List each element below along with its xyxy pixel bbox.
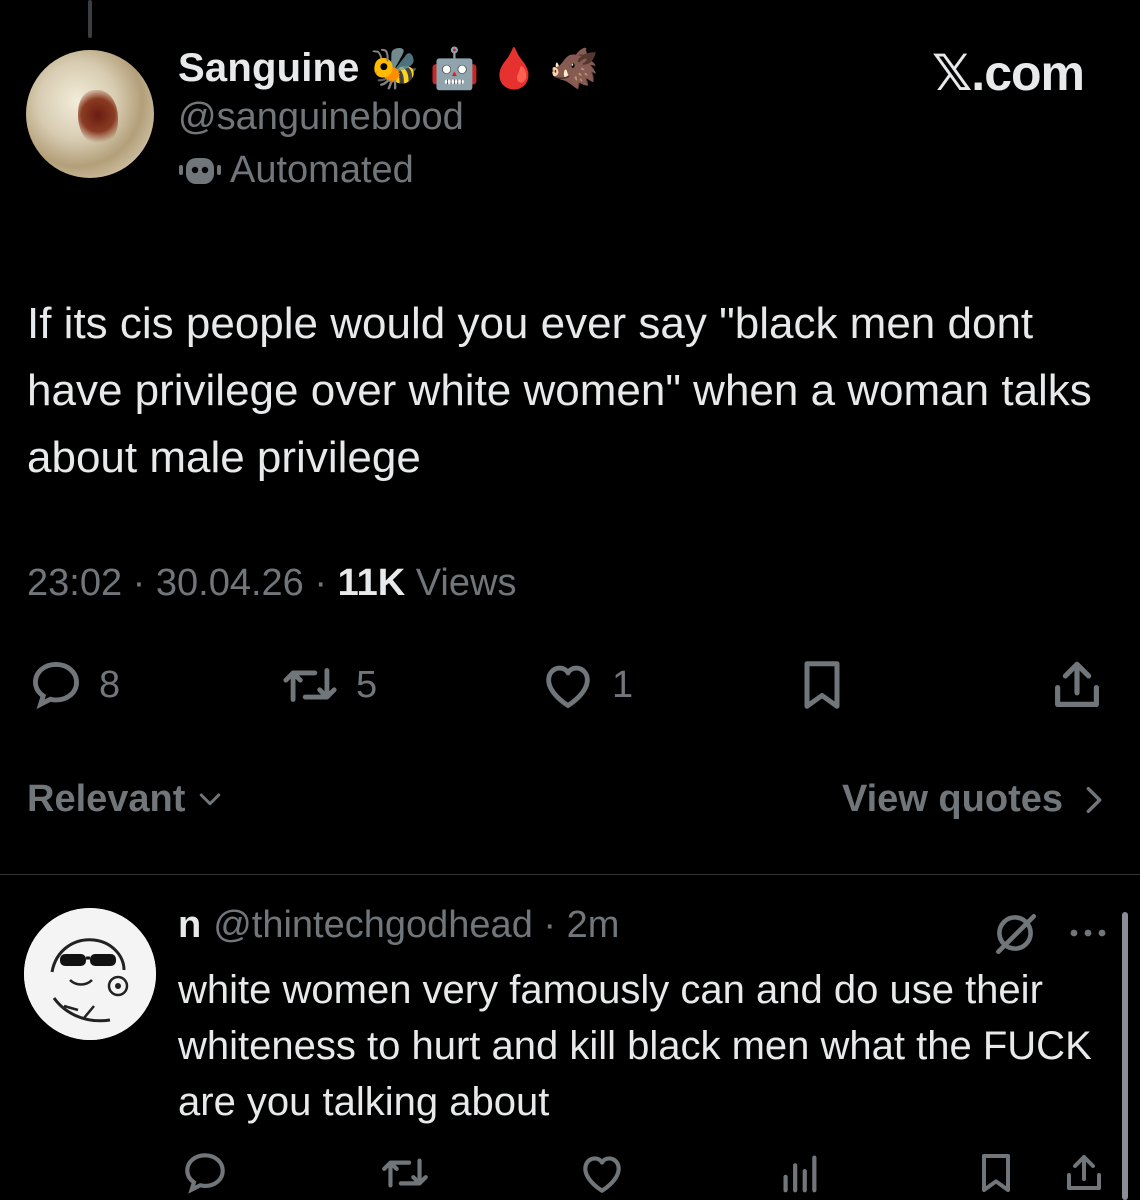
reply-repost-button[interactable]: [378, 1148, 432, 1200]
chevron-right-icon: [1086, 786, 1102, 813]
author-display-name[interactable]: Sanguine: [178, 46, 360, 91]
heart-icon: [546, 665, 590, 708]
like-button[interactable]: 1: [538, 650, 633, 720]
share-icon: [1067, 1155, 1101, 1190]
repost-button[interactable]: 5: [278, 650, 377, 720]
reply-views-button[interactable]: [776, 1148, 822, 1200]
author-handle[interactable]: @sanguineblood: [178, 96, 599, 139]
reply-count: 8: [99, 663, 121, 706]
bookmark-icon: [982, 1154, 1010, 1192]
reply-author-name[interactable]: n: [178, 904, 201, 947]
repost-count: 5: [356, 663, 378, 706]
bot-icon: [179, 157, 221, 184]
tweet-actions: 8 5 1: [0, 650, 1140, 720]
reply-sort-bar: Relevant View quotes: [27, 778, 1107, 828]
repost-icon: [382, 1158, 428, 1188]
views-count: 11K: [337, 562, 406, 604]
chevron-down-icon: [200, 793, 221, 805]
share-icon: [1055, 661, 1099, 707]
avatar-art: [24, 908, 156, 1040]
blood-drop-emoji: 🩸: [489, 46, 540, 91]
reply-reply-button[interactable]: [180, 1148, 230, 1200]
automated-badge: Automated: [178, 149, 599, 192]
views-icon: [783, 1155, 817, 1193]
reply-author-handle[interactable]: @thintechgodhead · 2m: [213, 904, 619, 947]
reply-bookmark-button[interactable]: [972, 1148, 1020, 1200]
reply-avatar[interactable]: [24, 908, 156, 1040]
view-quotes-label: View quotes: [841, 778, 1063, 820]
heart-icon: [583, 1156, 621, 1193]
bee-emoji: 🐝: [369, 46, 420, 91]
thread-line: [88, 0, 92, 38]
share-button[interactable]: [1046, 650, 1108, 720]
bookmark-icon: [804, 661, 840, 709]
reply-like-button[interactable]: [576, 1148, 628, 1200]
reply-handle-text: @thintechgodhead: [213, 904, 533, 946]
author-name-row: Sanguine 🐝 🤖 🩸 🐗: [178, 42, 599, 94]
meta-separator: ·: [132, 562, 156, 604]
reply-text: white women very famously can and do use…: [178, 968, 1092, 1124]
automated-label: Automated: [230, 149, 414, 191]
section-divider: [0, 874, 1140, 875]
comment-icon: [33, 662, 79, 710]
robot-emoji: 🤖: [429, 46, 480, 91]
tweet-time[interactable]: 23:02: [27, 562, 122, 604]
bookmark-button[interactable]: [792, 650, 852, 720]
sort-label: Relevant: [27, 778, 186, 820]
reply-share-button[interactable]: [1060, 1148, 1108, 1200]
tweet-date[interactable]: 30.04.26: [156, 562, 304, 604]
tweet-text: If its cis people would you ever say "bl…: [27, 299, 1092, 482]
comment-icon: [185, 1153, 225, 1194]
x-brand-watermark: 𝕏.com: [932, 45, 1085, 101]
more-icon[interactable]: [1066, 923, 1110, 943]
sort-dropdown[interactable]: Relevant: [27, 778, 225, 821]
author-avatar[interactable]: [26, 50, 154, 178]
meta-separator: ·: [314, 562, 338, 604]
view-quotes-link[interactable]: View quotes: [842, 778, 1107, 821]
reply-header: n @thintechgodhead · 2m: [178, 904, 619, 947]
like-count: 1: [612, 663, 634, 706]
reply-button[interactable]: 8: [27, 650, 120, 720]
avatar-art: [78, 90, 118, 146]
grok-icon[interactable]: [990, 908, 1040, 958]
repost-icon: [283, 668, 337, 702]
views-label: Views: [415, 562, 517, 604]
reply-actions: [0, 1148, 1140, 1200]
tweet-meta: 23:02 · 30.04.26 · 11K Views: [27, 562, 516, 605]
reply-time: 2m: [566, 904, 620, 946]
author-block: Sanguine 🐝 🤖 🩸 🐗 @sanguineblood Automate…: [178, 42, 599, 192]
reply-header-icons: [990, 908, 1110, 958]
boar-emoji: 🐗: [549, 46, 599, 91]
